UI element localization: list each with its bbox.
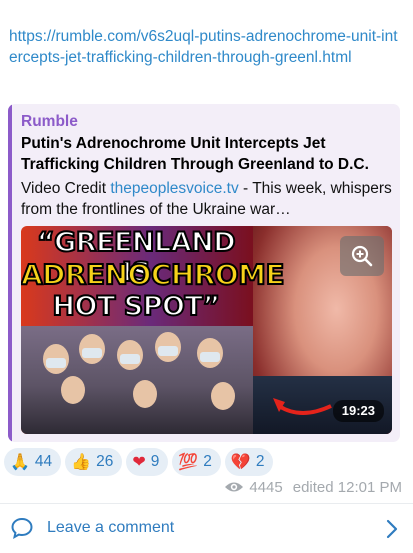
preview-desc-link[interactable]: thepeoplesvoice.tv (110, 180, 238, 197)
reaction-count: 2 (203, 453, 212, 470)
reaction-count: 26 (96, 453, 114, 470)
leave-comment-button[interactable]: Leave a comment (0, 504, 413, 553)
thumbnail-children-photo (21, 326, 253, 434)
message-link[interactable]: https://rumble.com/v6s2uql-putins-adreno… (9, 26, 404, 68)
thumbnail-headline-3: HOT SPOT” (51, 291, 221, 323)
pray-emoji-icon: 🙏 (10, 452, 30, 471)
chevron-right-icon (386, 519, 398, 539)
heart-emoji-icon: ❤ (132, 452, 146, 471)
link-preview-card[interactable]: Rumble Putin's Adrenochrome Unit Interce… (8, 104, 400, 442)
reaction-count: 44 (34, 453, 53, 470)
hundred-emoji-icon: 💯 (178, 452, 199, 471)
leave-comment-label: Leave a comment (47, 519, 175, 536)
reaction-count: 2 (255, 453, 265, 470)
view-count-value: 4445 (249, 478, 283, 496)
zoom-in-button[interactable] (340, 236, 384, 276)
preview-site-name: Rumble (21, 113, 78, 130)
reaction-heart[interactable]: ❤ 9 (126, 448, 169, 476)
preview-accent-bar (8, 104, 12, 442)
video-thumbnail[interactable]: “GREENLAND IS ADRENOCHROME HOT SPOT” 19:… (21, 226, 392, 434)
reaction-thumbs-up[interactable]: 👍 26 (65, 448, 123, 476)
reaction-pray[interactable]: 🙏 44 (4, 448, 62, 476)
comment-bubble-icon (11, 517, 33, 539)
eye-icon (225, 482, 244, 492)
video-duration-badge: 19:23 (332, 400, 384, 422)
thumbs-up-emoji-icon: 👍 (71, 452, 92, 471)
broken-heart-emoji-icon: 💔 (230, 452, 251, 471)
edited-timestamp: edited 12:01 PM (292, 478, 402, 496)
reaction-hundred[interactable]: 💯 2 (172, 448, 221, 476)
red-arrow-icon (273, 398, 332, 415)
message-meta: 4445 edited 12:01 PM (224, 478, 402, 496)
reaction-broken-heart[interactable]: 💔 2 (224, 448, 274, 476)
reaction-count: 9 (150, 453, 160, 470)
thumbnail-headline-2: ADRENOCHROME (21, 258, 286, 291)
zoom-in-icon (351, 245, 373, 267)
preview-title: Putin's Adrenochrome Unit Intercepts Jet… (21, 135, 369, 173)
preview-description: Video Credit thepeoplesvoice.tv - This w… (21, 178, 393, 220)
reactions-row: 🙏 44 👍 26 ❤ 9 💯 2 💔 2 (4, 448, 274, 476)
preview-desc-prefix: Video Credit (21, 180, 111, 197)
view-count: 4445 (224, 478, 283, 496)
